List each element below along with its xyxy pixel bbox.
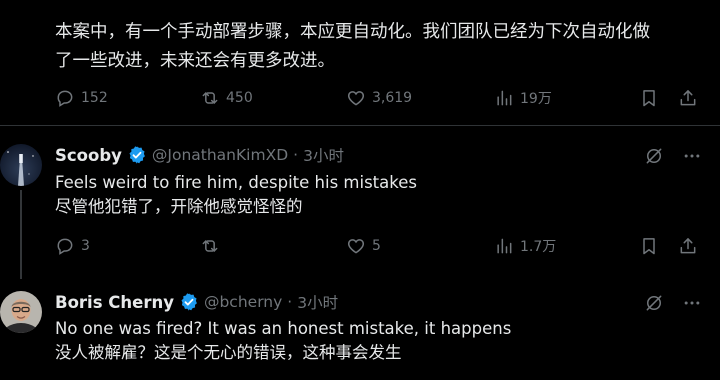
reply-icon xyxy=(55,236,75,256)
grok-icon[interactable] xyxy=(644,146,664,166)
avatar[interactable] xyxy=(0,144,42,186)
views-count: 1.7万 xyxy=(520,239,557,255)
repost-icon xyxy=(200,236,220,256)
views-button[interactable]: 19万 xyxy=(494,88,552,108)
reply-actions: 3 5 1.7万 xyxy=(0,236,720,260)
author-handle[interactable]: @JonathanKimXD xyxy=(152,146,288,164)
views-button[interactable]: 1.7万 xyxy=(494,236,556,256)
views-count: 19万 xyxy=(520,91,552,107)
reply-text: Feels weird to fire him, despite his mis… xyxy=(55,171,417,219)
share-icon xyxy=(678,88,698,108)
like-button[interactable]: 5 xyxy=(346,236,381,256)
reply-button[interactable]: 152 xyxy=(55,88,108,108)
avatar[interactable] xyxy=(0,291,42,333)
reply-button[interactable]: 3 xyxy=(55,236,90,256)
like-count: 5 xyxy=(372,238,381,254)
author-name[interactable]: Boris Cherny xyxy=(55,293,174,312)
repost-button[interactable] xyxy=(200,236,226,256)
grok-icon[interactable] xyxy=(644,293,664,313)
main-tweet-actions: 152 450 3,619 19万 xyxy=(0,88,720,112)
thread-line xyxy=(20,190,22,279)
separator: · xyxy=(287,293,293,311)
main-tweet-text-line2: 了一些改进，未来还会有更多改进。 xyxy=(55,51,335,71)
views-icon xyxy=(494,236,514,256)
reply-top-actions xyxy=(644,293,702,313)
verified-icon xyxy=(127,145,147,165)
share-button[interactable] xyxy=(678,88,698,108)
repost-count: 450 xyxy=(226,90,253,106)
timestamp[interactable]: 3小时 xyxy=(303,144,344,166)
reply-text-line2: 尽管他犯错了，开除他感觉怪怪的 xyxy=(55,197,303,216)
main-tweet: 本案中，有一个手动部署步骤，本应更自动化。我们团队已经为下次自动化做 了一些改进… xyxy=(0,0,720,125)
main-tweet-text-line1: 本案中，有一个手动部署步骤，本应更自动化。我们团队已经为下次自动化做 xyxy=(55,22,650,42)
like-button[interactable]: 3,619 xyxy=(346,88,412,108)
more-icon[interactable] xyxy=(682,293,702,313)
bookmark-icon xyxy=(639,236,659,256)
separator: · xyxy=(293,146,299,164)
like-icon xyxy=(346,236,366,256)
reply-text-line2: 没人被解雇？这是个无心的错误，这种事会发生 xyxy=(55,343,402,362)
reply-text: No one was fired? It was an honest mista… xyxy=(55,317,511,365)
author-handle[interactable]: @bcherny xyxy=(204,293,282,311)
like-count: 3,619 xyxy=(372,90,413,106)
reply-header: Scooby @JonathanKimXD · 3小时 xyxy=(55,144,344,166)
main-tweet-text: 本案中，有一个手动部署步骤，本应更自动化。我们团队已经为下次自动化做 了一些改进… xyxy=(55,18,695,76)
reply-tweet-scooby[interactable]: Scooby @JonathanKimXD · 3小时 Feels weird … xyxy=(0,126,720,279)
bookmark-icon xyxy=(639,88,659,108)
like-icon xyxy=(346,88,366,108)
reply-icon xyxy=(55,88,75,108)
author-name[interactable]: Scooby xyxy=(55,146,122,165)
timestamp[interactable]: 3小时 xyxy=(297,291,338,313)
bookmark-button[interactable] xyxy=(639,236,659,256)
reply-count: 152 xyxy=(81,90,108,106)
reply-top-actions xyxy=(644,146,702,166)
reply-text-line1: Feels weird to fire him, despite his mis… xyxy=(55,173,417,192)
repost-icon xyxy=(200,88,220,108)
share-icon xyxy=(678,236,698,256)
share-button[interactable] xyxy=(678,236,698,256)
reply-count: 3 xyxy=(81,238,90,254)
views-icon xyxy=(494,88,514,108)
more-icon[interactable] xyxy=(682,146,702,166)
reply-header: Boris Cherny @bcherny · 3小时 xyxy=(55,291,338,313)
bookmark-button[interactable] xyxy=(639,88,659,108)
reply-tweet-boris[interactable]: Boris Cherny @bcherny · 3小时 No one was f… xyxy=(0,279,720,380)
repost-button[interactable]: 450 xyxy=(200,88,253,108)
reply-text-line1: No one was fired? It was an honest mista… xyxy=(55,319,512,338)
verified-icon xyxy=(179,292,199,312)
